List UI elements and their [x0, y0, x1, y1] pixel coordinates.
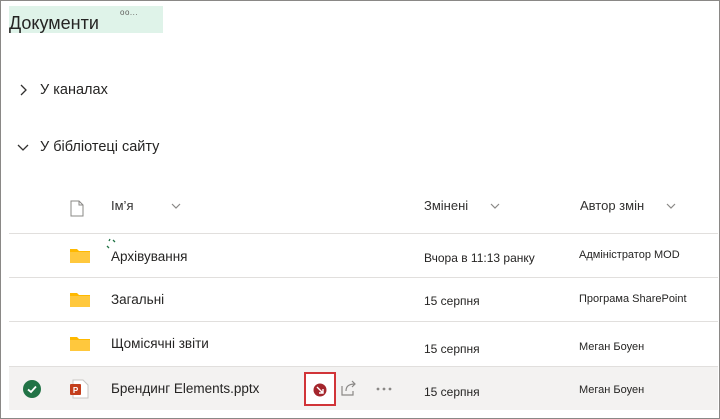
section-site-library[interactable]: У бібліотеці сайту [0, 132, 400, 162]
row-name[interactable]: Брендинг Elements.pptx [111, 381, 259, 396]
folder-icon [70, 337, 90, 351]
powerpoint-icon: P [70, 379, 89, 399]
section-label: У бібліотеці сайту [40, 139, 160, 155]
table-row[interactable]: Архівування Вчора в 11:13 ранку Адмініст… [9, 233, 718, 277]
row-author: Програма SharePoint [579, 293, 687, 305]
page-title: Документи [9, 13, 99, 33]
table-row[interactable]: Щомісячні звіти 15 серпня Меган Боуен [9, 321, 718, 365]
share-icon[interactable] [340, 380, 357, 397]
section-label: У каналах [40, 82, 108, 98]
chevron-down-icon [172, 203, 181, 209]
row-modified: Вчора в 11:13 ранку [424, 251, 535, 265]
chevron-right-icon [20, 84, 27, 96]
row-modified: 15 серпня [424, 294, 480, 308]
chevron-down-icon [17, 144, 29, 151]
more-icon[interactable] [376, 387, 392, 391]
checkmark-circle-icon[interactable] [23, 380, 41, 398]
row-name[interactable]: Щомісячні звіти [111, 336, 209, 351]
chevron-down-icon [490, 203, 500, 209]
column-header-author[interactable]: Автор змін [580, 198, 676, 213]
column-header-label: Автор змін [580, 198, 645, 213]
table-row-selected[interactable]: P Брендинг Elements.pptx 15 серпня Меган… [9, 366, 718, 410]
row-author: Меган Боуен [579, 384, 645, 396]
row-name[interactable]: Загальні [111, 292, 164, 307]
row-author: Меган Боуен [579, 341, 645, 353]
document-icon[interactable] [70, 200, 84, 217]
folder-icon [70, 293, 90, 307]
title-tag: οο... [120, 8, 139, 17]
column-header-label: Змінені [424, 198, 469, 213]
chevron-down-icon [666, 203, 676, 209]
column-header-name[interactable]: Ім’я [111, 198, 181, 213]
row-author: Адміністратор MOD [579, 249, 680, 261]
column-header-modified[interactable]: Змінені [424, 198, 500, 213]
column-header-label: Ім’я [111, 198, 134, 213]
table-row[interactable]: Загальні 15 серпня Програма SharePoint [9, 277, 718, 321]
section-in-channels[interactable]: У каналах [0, 75, 400, 105]
row-modified: 15 серпня [424, 342, 480, 356]
row-name[interactable]: Архівування [111, 249, 188, 264]
row-modified: 15 серпня [424, 385, 480, 399]
sync-status-icon[interactable] [313, 383, 327, 397]
folder-icon [70, 249, 90, 263]
svg-text:P: P [73, 386, 79, 395]
